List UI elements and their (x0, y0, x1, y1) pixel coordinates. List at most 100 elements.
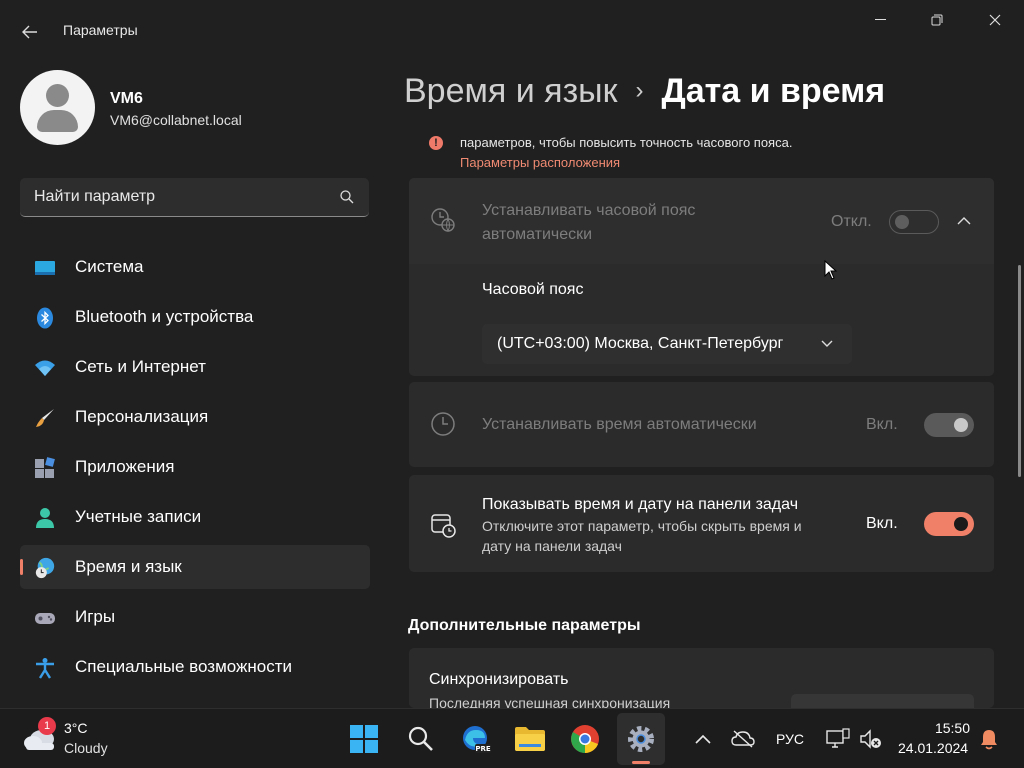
avatar[interactable] (20, 70, 95, 145)
accessibility-icon (36, 658, 54, 679)
additional-settings-heading: Дополнительные параметры (408, 617, 641, 634)
onedrive-status[interactable] (727, 723, 759, 755)
page-title: Дата и время (661, 72, 886, 110)
auto-timezone-row[interactable]: Устанавливать часовой пояс автоматически… (409, 178, 994, 264)
auto-timezone-toggle[interactable] (889, 210, 939, 234)
sidebar-item-system[interactable]: Система (20, 245, 370, 289)
location-notice-text: параметров, чтобы повысить точность часо… (460, 135, 793, 150)
sidebar-item-label: Сеть и Интернет (75, 357, 206, 376)
timezone-label: Часовой пояс (482, 281, 584, 298)
clock-icon (431, 412, 455, 436)
edge-browser-icon: PRE (463, 726, 491, 753)
taskbar-time-desc-line2: дату на панели задач (482, 538, 622, 554)
sidebar-item-personalization[interactable]: Персонализация (20, 395, 370, 439)
back-button[interactable] (14, 18, 46, 46)
calendar-clock-icon (431, 514, 456, 538)
restore-button[interactable] (914, 8, 960, 32)
brush-icon (36, 409, 54, 427)
search-box[interactable] (20, 178, 369, 217)
bluetooth-icon (37, 307, 53, 329)
search-icon[interactable] (339, 189, 355, 205)
show-hidden-icons-button[interactable] (687, 723, 719, 755)
active-app-indicator (632, 761, 650, 764)
system-icon (35, 261, 55, 275)
avatar-body-shape (37, 110, 78, 132)
ethernet-monitor-icon (826, 728, 850, 748)
location-settings-link[interactable]: Параметры расположения (460, 155, 620, 170)
timezone-dropdown[interactable]: (UTC+03:00) Москва, Санкт-Петербург (482, 324, 852, 364)
sync-now-button[interactable] (791, 694, 974, 708)
network-status[interactable] (822, 723, 854, 755)
notification-badge: 1 (38, 717, 56, 735)
sidebar-item-apps[interactable]: Приложения (20, 445, 370, 489)
folder-icon (515, 727, 545, 751)
auto-timezone-title-line2: автоматически (482, 226, 593, 243)
wifi-icon (35, 360, 55, 376)
toggle-knob (895, 214, 909, 229)
taskbar-time-row[interactable]: Показывать время и дату на панели задач … (409, 475, 994, 572)
sidebar-item-accounts[interactable]: Учетные записи (20, 495, 370, 539)
sidebar-item-label: Приложения (75, 457, 175, 476)
chevron-up-icon (695, 734, 711, 744)
taskbar-chrome[interactable] (569, 723, 601, 755)
sidebar-item-label: Bluetooth и устройства (75, 307, 254, 326)
windows-logo-icon (350, 725, 378, 753)
cloud-offline-icon (731, 730, 755, 748)
sync-title: Синхронизировать (429, 671, 569, 688)
auto-time-row[interactable]: Устанавливать время автоматически Вкл. (409, 382, 994, 467)
volume-status[interactable] (855, 723, 887, 755)
sidebar-nav: Система Bluetooth и устройства Сеть и Ин… (20, 245, 370, 695)
chevron-up-icon[interactable] (957, 216, 971, 226)
sidebar-item-network[interactable]: Сеть и Интернет (20, 345, 370, 389)
close-button[interactable] (972, 8, 1018, 32)
input-language[interactable]: РУС (776, 731, 804, 747)
account-icon (36, 508, 54, 528)
auto-time-toggle[interactable] (924, 413, 974, 437)
toggle-knob (954, 517, 968, 531)
breadcrumb-parent[interactable]: Время и язык (404, 72, 617, 110)
clock-time: 15:50 (934, 720, 970, 736)
gear-icon (628, 726, 654, 752)
sidebar-item-label: Персонализация (75, 407, 209, 426)
bell-icon (981, 730, 997, 750)
auto-time-state: Вкл. (866, 416, 898, 433)
scrollbar[interactable] (1018, 265, 1021, 477)
sidebar-item-time-language[interactable]: Время и язык (20, 545, 370, 589)
timezone-card: Устанавливать часовой пояс автоматически… (409, 178, 994, 376)
taskbar-time-toggle[interactable] (924, 512, 974, 536)
arrow-left-icon (22, 25, 37, 39)
sidebar-item-label: Игры (75, 607, 116, 626)
sidebar-item-accessibility[interactable]: Специальные возможности (20, 645, 370, 689)
taskbar-time-desc: Отключите этот параметр, чтобы скрыть вр… (482, 518, 802, 534)
gamepad-icon (35, 613, 55, 624)
start-button[interactable] (348, 723, 380, 755)
search-input[interactable] (20, 178, 320, 216)
auto-timezone-title: Устанавливать часовой пояс (482, 202, 696, 219)
close-icon (989, 14, 1001, 26)
minimize-icon (875, 19, 886, 20)
sync-row: Синхронизировать Последняя успешная синх… (409, 648, 994, 708)
sidebar-item-bluetooth[interactable]: Bluetooth и устройства (20, 295, 370, 339)
taskbar: 1 3°C Cloudy PRE РУС 15:50 24.01.2024 (0, 708, 1024, 768)
taskbar-settings[interactable] (625, 723, 657, 755)
sidebar-item-label: Учетные записи (75, 507, 202, 526)
sidebar-item-gaming[interactable]: Игры (20, 595, 370, 639)
chrome-icon (571, 725, 599, 753)
toggle-knob (954, 418, 968, 432)
apps-icon (35, 457, 55, 478)
user-email: VM6@collabnet.local (110, 112, 242, 128)
taskbar-file-explorer[interactable] (514, 723, 546, 755)
taskbar-search-button[interactable] (405, 723, 437, 755)
weather-description: Cloudy (64, 740, 108, 756)
notifications-button[interactable] (973, 723, 1005, 755)
weather-temperature: 3°C (64, 720, 88, 736)
search-icon (408, 726, 433, 751)
taskbar-time-title: Показывать время и дату на панели задач (482, 496, 799, 513)
globe-clock-icon (431, 208, 455, 233)
taskbar-time-state: Вкл. (866, 515, 898, 532)
minimize-button[interactable] (858, 8, 904, 32)
app-title: Параметры (63, 22, 138, 38)
taskbar-edge-beta[interactable]: PRE (460, 723, 492, 755)
title-bar: Параметры (0, 0, 1024, 60)
warning-icon: ! (429, 136, 443, 150)
